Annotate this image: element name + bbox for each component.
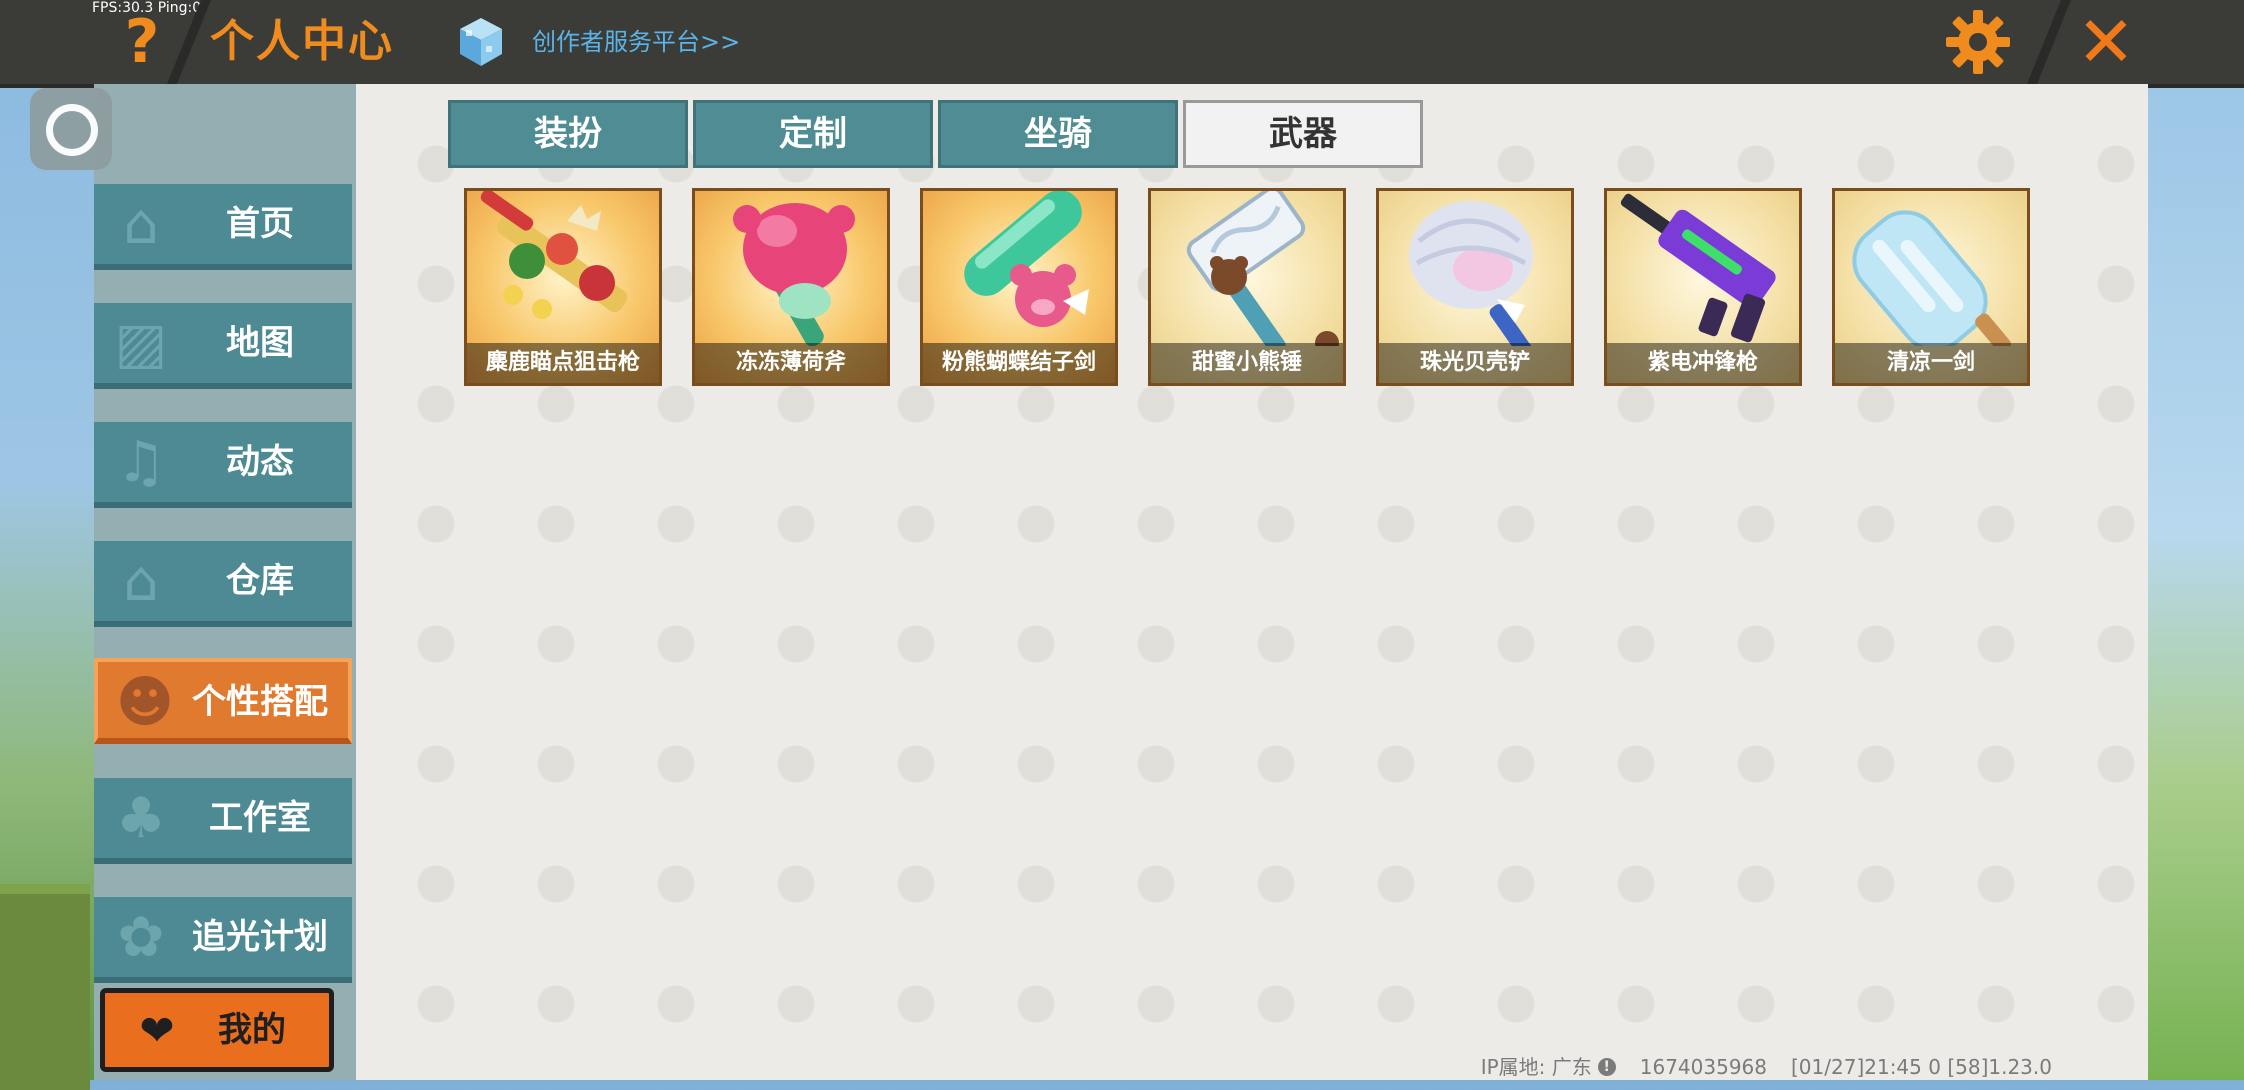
- tab-outfit[interactable]: 装扮: [448, 100, 688, 168]
- sidebar-item-label: 个性搭配: [192, 682, 328, 722]
- creator-cube-icon[interactable]: [458, 16, 504, 68]
- sidebar-item-label: 地图: [226, 323, 294, 363]
- weapon-item[interactable]: 清凉一剑: [1832, 188, 2030, 386]
- weapon-name: 紫电冲锋枪: [1607, 343, 1799, 383]
- sidebar-item-studio[interactable]: ♣ 工作室: [94, 778, 352, 864]
- game-world-background-right: [2148, 84, 2244, 1080]
- weapon-item[interactable]: 麋鹿瞄点狙击枪: [464, 188, 662, 386]
- weapon-name: 珠光贝壳铲: [1379, 343, 1571, 383]
- weapon-item[interactable]: 粉熊蝴蝶结子剑: [920, 188, 1118, 386]
- sniper-rifle-icon: [480, 191, 628, 319]
- character-icon: ☻: [115, 670, 175, 735]
- record-button[interactable]: [30, 88, 112, 170]
- page-title: 个人中心: [210, 16, 394, 67]
- ip-location: IP属地: 广东 !: [1481, 1054, 1616, 1080]
- sidebar-item-label: 仓库: [226, 561, 294, 601]
- close-icon[interactable]: ✕: [2070, 6, 2142, 78]
- sidebar-item-label: 动态: [226, 442, 294, 482]
- house-icon: ⌂: [123, 192, 159, 257]
- header-divider-right: [2027, 0, 2071, 84]
- sidebar-item-warehouse[interactable]: ⌂ 仓库: [94, 541, 352, 627]
- weapon-name: 清凉一剑: [1835, 343, 2027, 383]
- picture-icon: ▨: [114, 311, 168, 376]
- version-info: [01/27]21:45 0 [58]1.23.0: [1791, 1055, 2052, 1079]
- content-panel: 装扮 定制 坐骑 武器 麋鹿瞄点狙击枪 冻冻薄荷斧 粉熊蝴蝶结子剑 甜蜜小熊锤 …: [356, 84, 2148, 1080]
- gear-icon[interactable]: [1944, 8, 2012, 76]
- mint-axe-icon: [733, 203, 855, 346]
- ip-label: IP属地: 广东: [1480, 1055, 1592, 1079]
- weapon-name: 麋鹿瞄点狙击枪: [467, 343, 659, 383]
- sidebar-item-chase-light[interactable]: ✿ 追光计划: [94, 897, 352, 983]
- user-id: 1674035968: [1639, 1055, 1767, 1079]
- game-world-background-left: [0, 84, 100, 1090]
- warehouse-icon: ⌂: [123, 549, 159, 614]
- weapon-item[interactable]: 冻冻薄荷斧: [692, 188, 890, 386]
- badge-icon: ✿: [117, 905, 165, 970]
- sidebar-item-outfit[interactable]: ☻ 个性搭配: [94, 658, 352, 744]
- top-bar: FPS:30.3 Ping:0 ? 个人中心 创作者服务平台>> ✕: [0, 0, 2244, 88]
- sidebar-item-label: 工作室: [209, 798, 311, 838]
- mine-button[interactable]: ❤ 我的: [100, 988, 334, 1072]
- tree-icon: ♣: [115, 786, 167, 851]
- sidebar-item-map[interactable]: ▨ 地图: [94, 303, 352, 389]
- sidebar-item-home[interactable]: ⌂ 首页: [94, 184, 352, 270]
- weapon-name: 冻冻薄荷斧: [695, 343, 887, 383]
- weapon-name: 粉熊蝴蝶结子剑: [923, 343, 1115, 383]
- shell-shovel-icon: [1409, 201, 1533, 346]
- weapon-item[interactable]: 紫电冲锋枪: [1604, 188, 1802, 386]
- bell-icon: ♫: [115, 430, 167, 495]
- sidebar-item-label: 追光计划: [192, 917, 328, 957]
- status-footer: IP属地: 广东 ! 1674035968 [01/27]21:45 0 [58…: [1481, 1054, 2052, 1080]
- bear-sword-icon: [964, 191, 1089, 327]
- info-icon[interactable]: !: [1597, 1058, 1616, 1076]
- record-ring-icon: [46, 104, 98, 156]
- smg-icon: [1620, 193, 1776, 343]
- mine-label: 我的: [218, 1010, 286, 1050]
- tab-weapon[interactable]: 武器: [1183, 100, 1423, 168]
- grass-block: [0, 884, 90, 1090]
- weapon-name: 甜蜜小熊锤: [1151, 343, 1343, 383]
- sidebar-item-label: 首页: [226, 204, 294, 244]
- help-icon[interactable]: ?: [112, 6, 172, 78]
- heart-icon: ❤: [139, 1006, 175, 1055]
- bear-hammer-icon: [1186, 191, 1339, 346]
- tab-custom[interactable]: 定制: [693, 100, 933, 168]
- popsicle-sword-icon: [1852, 210, 2011, 346]
- tab-mount[interactable]: 坐骑: [938, 100, 1178, 168]
- weapon-item[interactable]: 珠光贝壳铲: [1376, 188, 1574, 386]
- creator-platform-link[interactable]: 创作者服务平台>>: [532, 20, 740, 64]
- weapon-item[interactable]: 甜蜜小熊锤: [1148, 188, 1346, 386]
- sidebar-item-feed[interactable]: ♫ 动态: [94, 422, 352, 508]
